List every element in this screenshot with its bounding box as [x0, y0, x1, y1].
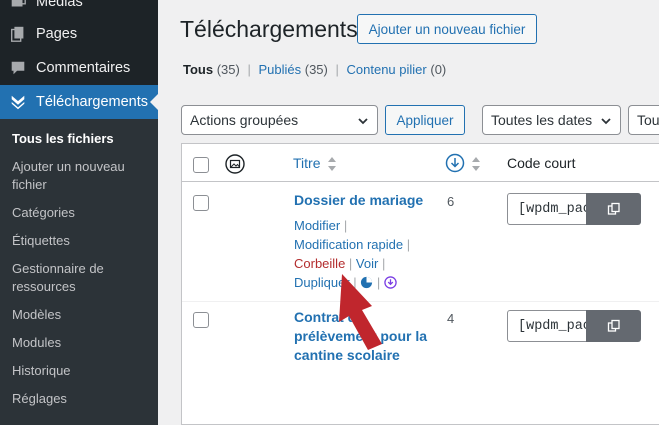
- add-new-file-button[interactable]: Ajouter un nouveau fichier: [357, 14, 537, 44]
- copy-shortcode-button[interactable]: [586, 310, 641, 342]
- category-filter-value: Tou: [637, 112, 659, 128]
- menu-item-pages[interactable]: Pages: [0, 17, 158, 51]
- submenu-addons[interactable]: Modules: [12, 334, 154, 352]
- filter-separator: |: [335, 62, 339, 77]
- admin-sidebar: Médias Pages Commentaires Téléchargement…: [0, 0, 158, 425]
- download-count: 4: [447, 311, 455, 326]
- copy-icon: [607, 202, 620, 215]
- image-icon: [225, 154, 245, 174]
- annotation-arrow-icon: [339, 274, 382, 350]
- filter-published-count: (35): [304, 62, 328, 77]
- menu-item-downloads[interactable]: Téléchargements: [0, 85, 158, 119]
- copy-shortcode-button[interactable]: [586, 193, 641, 225]
- menu-item-label: Commentaires: [36, 60, 131, 76]
- bulk-actions-value: Actions groupées: [190, 112, 299, 128]
- copy-icon: [607, 319, 620, 332]
- filter-separator: |: [247, 62, 251, 77]
- chevron-down-icon: [601, 118, 611, 125]
- bulk-actions-select[interactable]: Actions groupées: [181, 105, 378, 135]
- pages-icon: [0, 25, 36, 43]
- edit-link[interactable]: Modifier: [294, 218, 340, 233]
- trash-link[interactable]: Corbeille: [294, 256, 345, 271]
- submenu-tags[interactable]: Étiquettes: [12, 232, 154, 250]
- filter-all[interactable]: Tous: [183, 62, 213, 77]
- submenu-asset-manager[interactable]: Gestionnaire de ressources: [12, 260, 154, 296]
- downloads-table: Titre Code court Dossier de mariage Modi…: [181, 143, 659, 425]
- shortcode-field[interactable]: [wpdm_package id='12']: [507, 193, 587, 225]
- view-link[interactable]: Voir: [356, 256, 378, 271]
- menu-item-label: Médias: [36, 0, 83, 10]
- download-manager-icon: [0, 93, 36, 111]
- menu-item-label: Téléchargements: [36, 94, 149, 110]
- row-checkbox[interactable]: [193, 312, 209, 328]
- column-shortcode: Code court: [507, 155, 576, 171]
- sort-icon[interactable]: [327, 156, 337, 172]
- row-checkbox[interactable]: [193, 195, 209, 211]
- status-filters: Tous (35) | Publiés (35) | Contenu pilie…: [183, 62, 446, 77]
- filter-all-count: (35): [216, 62, 240, 77]
- date-filter-value: Toutes les dates: [491, 112, 593, 128]
- page-title: Téléchargements: [180, 16, 358, 42]
- table-header: Titre Code court: [182, 144, 659, 182]
- filter-pillar-content[interactable]: Contenu pilier: [347, 62, 427, 77]
- downloads-submenu: Tous les fichiers Ajouter un nouveau fic…: [0, 119, 158, 425]
- submenu-all-files[interactable]: Tous les fichiers: [12, 130, 154, 148]
- filter-pillar-count: (0): [430, 62, 447, 77]
- submenu-categories[interactable]: Catégories: [12, 204, 154, 222]
- shortcode-field[interactable]: [wpdm_package id='13']: [507, 310, 587, 342]
- category-filter-select[interactable]: Tou: [628, 105, 659, 135]
- download-count-icon: [445, 153, 465, 173]
- apply-button[interactable]: Appliquer: [385, 105, 465, 135]
- download-count: 6: [447, 194, 455, 209]
- submenu-add-new[interactable]: Ajouter un nouveau fichier: [12, 158, 154, 194]
- column-title[interactable]: Titre: [293, 155, 320, 171]
- row-divider: [182, 301, 659, 302]
- filter-published[interactable]: Publiés: [258, 62, 301, 77]
- menu-item-label: Pages: [36, 26, 78, 42]
- submenu-history[interactable]: Historique: [12, 362, 154, 380]
- comments-icon: [0, 59, 36, 77]
- date-filter-select[interactable]: Toutes les dates: [482, 105, 621, 135]
- sort-icon[interactable]: [471, 156, 481, 172]
- chevron-down-icon: [358, 118, 368, 125]
- file-title-link[interactable]: Dossier de mariage: [294, 191, 434, 210]
- menu-item-comments[interactable]: Commentaires: [0, 51, 158, 85]
- quick-edit-link[interactable]: Modification rapide: [294, 237, 403, 252]
- media-icon: [0, 0, 36, 11]
- submenu-settings[interactable]: Réglages: [12, 390, 154, 408]
- submenu-templates[interactable]: Modèles: [12, 306, 154, 324]
- select-all-checkbox[interactable]: [193, 157, 209, 173]
